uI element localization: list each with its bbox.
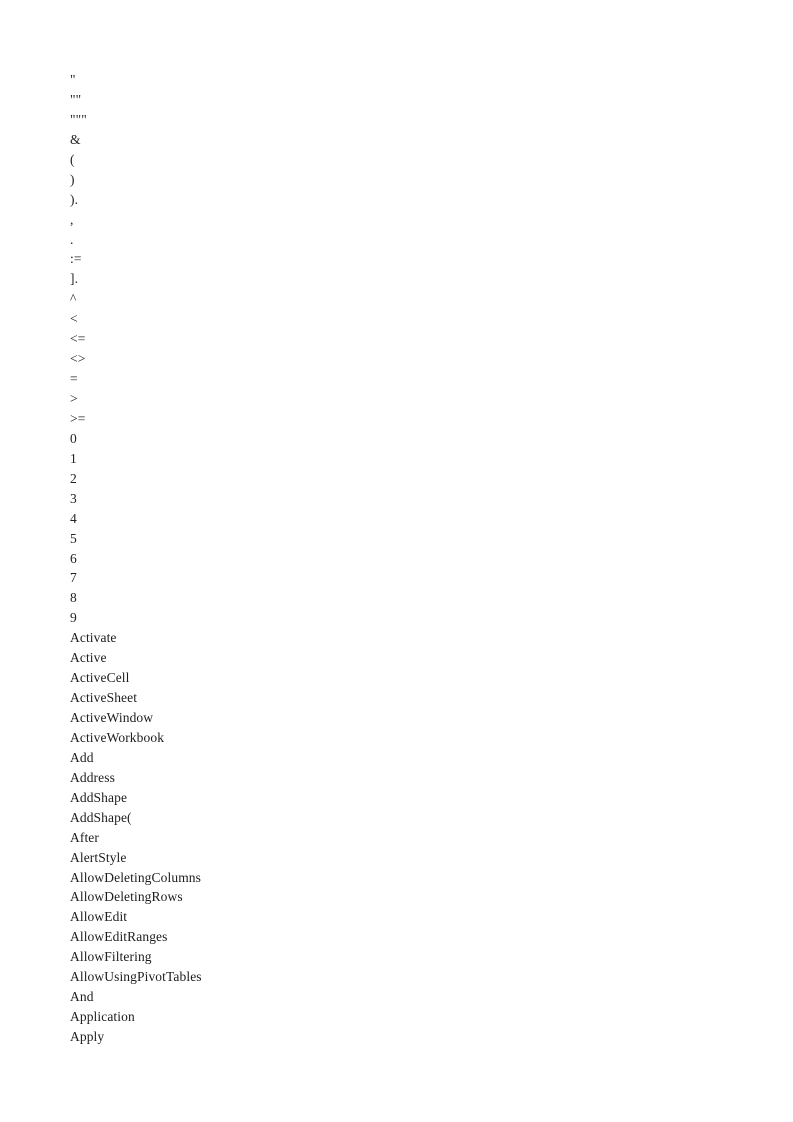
token-line-activesheet: ActiveSheet	[70, 690, 138, 706]
token-line-activate: Activate	[70, 630, 117, 646]
token-line-activewindow: ActiveWindow	[70, 710, 154, 725]
token-line-ampersand: &	[70, 131, 81, 147]
token-list: " "" """ &()).,.:=]. ^ < <= <> = > >= 0 1 2 3 4 5 6 7 8 9 Act…	[70, 70, 710, 1047]
token-line-allowdeletingrows: AllowDeletingRows	[70, 889, 183, 905]
token-line-allowfiltering: AllowFiltering	[70, 949, 152, 965]
token-line-caret: ^	[70, 291, 77, 307]
token-line-paren-open: (	[70, 151, 75, 167]
token-line-digit-5: 5	[70, 530, 77, 546]
token-line-activecell: ActiveCell	[70, 670, 130, 686]
token-line-apply: Apply	[70, 1029, 105, 1044]
token-line-greater-than: >	[70, 391, 78, 406]
token-line-quote-2: ""	[70, 91, 82, 107]
token-line-activeworkbook: ActiveWorkbook	[70, 729, 165, 745]
token-line-digit-7: 7	[70, 570, 77, 586]
token-line-alloweditranges: AllowEditRanges	[70, 929, 168, 945]
token-line-digit-1: 1	[70, 450, 77, 466]
token-line-digit-4: 4	[70, 510, 77, 526]
token-line-active: Active	[70, 650, 107, 666]
token-line-digit-0: 0	[70, 430, 77, 446]
token-line-allowdeletingcolumns: AllowDeletingColumns	[70, 869, 201, 885]
token-line-allowedit: AllowEdit	[70, 909, 128, 925]
token-line-digit-9: 9	[70, 610, 77, 626]
token-line-alertstyle: AlertStyle	[70, 849, 127, 865]
token-line-and: And	[70, 989, 94, 1005]
token-line-paren-close: )	[70, 171, 75, 187]
token-line-application: Application	[70, 1009, 135, 1025]
token-line-quote-1: "	[70, 72, 76, 87]
token-line-digit-6: 6	[70, 550, 77, 566]
token-line-greater-than-or-equal: >=	[70, 410, 86, 426]
token-line-addshape: AddShape	[70, 789, 128, 805]
token-line-paren-close-dot: ).	[70, 191, 79, 207]
token-line-less-than: <	[70, 311, 78, 327]
token-line-less-than-or-equal: <=	[70, 331, 86, 347]
token-line-address: Address	[70, 769, 115, 785]
token-line-not-equal: <>	[70, 351, 86, 367]
document-page: " "" """ &()).,.:=]. ^ < <= <> = > >= 0 1 2 3 4 5 6 7 8 9 Act…	[0, 0, 793, 1122]
token-line-after: After	[70, 829, 99, 845]
token-line-digit-8: 8	[70, 590, 77, 606]
token-line-allowusingpivottables: AllowUsingPivotTables	[70, 969, 202, 985]
token-line-quote-3: """	[70, 111, 87, 127]
token-line-add: Add	[70, 749, 94, 765]
token-line-equals: =	[70, 371, 78, 387]
token-line-colon-equals: :=	[70, 251, 82, 267]
token-line-period: .	[70, 231, 74, 247]
token-line-addshape-paren: AddShape(	[70, 809, 132, 825]
token-line-comma: ,	[70, 211, 74, 227]
token-line-digit-2: 2	[70, 470, 77, 486]
token-line-bracket-close-dot: ].	[70, 271, 79, 287]
token-line-digit-3: 3	[70, 490, 77, 506]
